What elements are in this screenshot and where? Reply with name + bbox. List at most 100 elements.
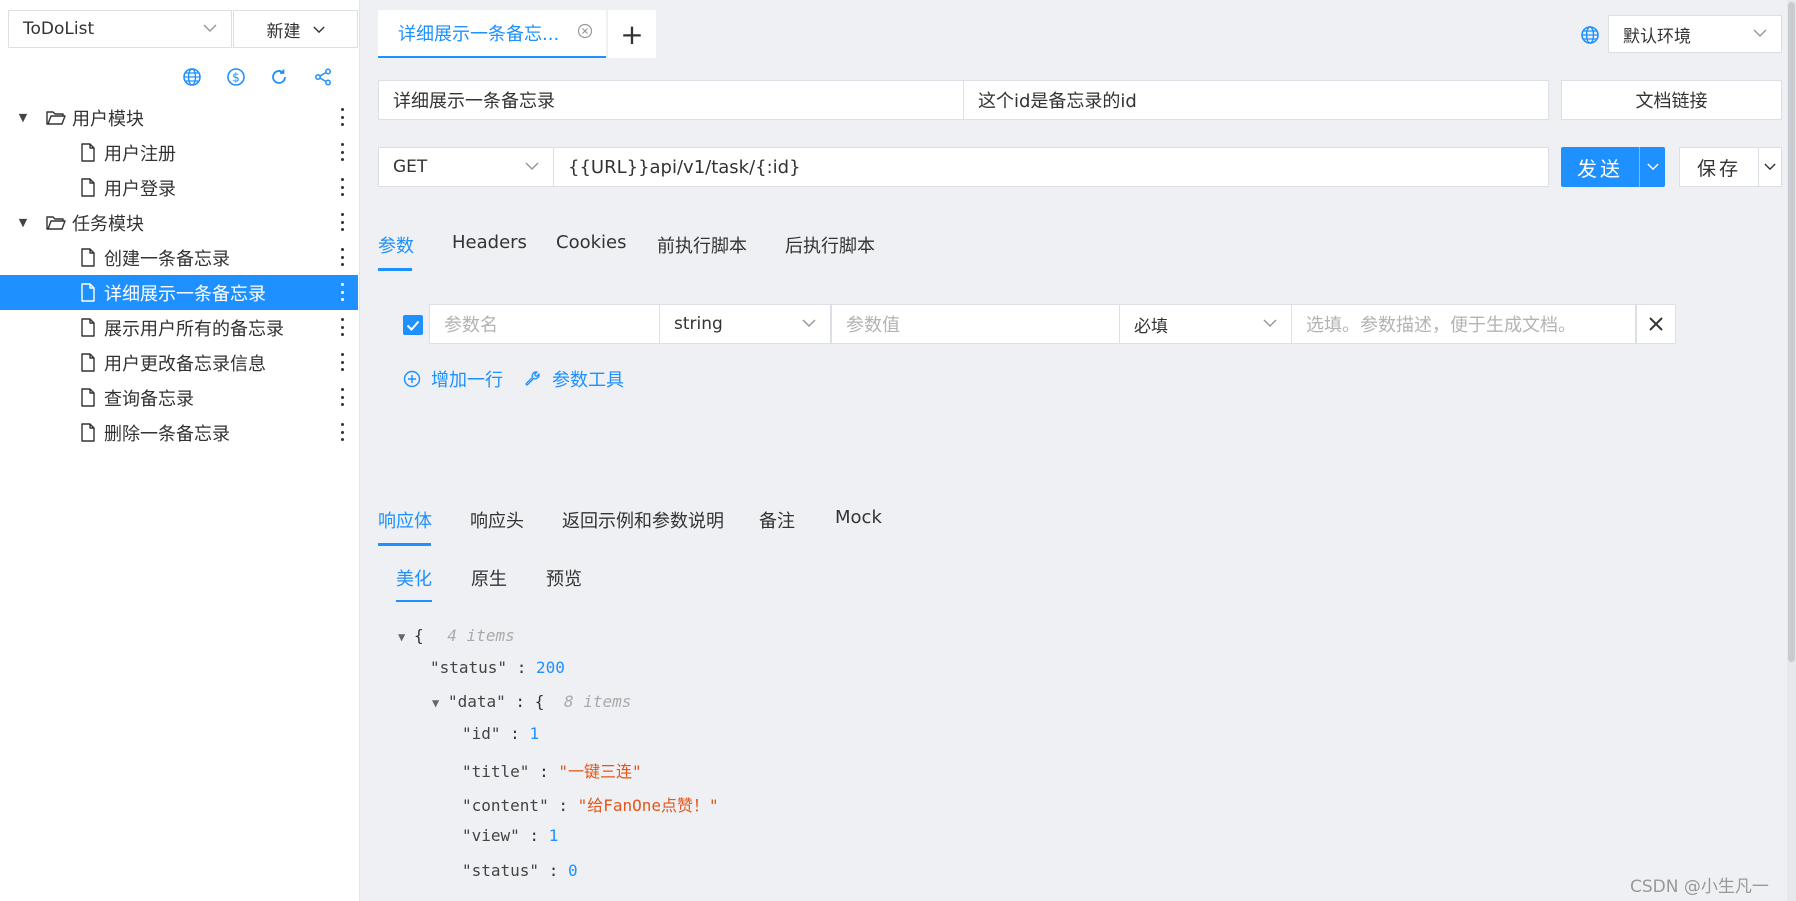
tab-response-examples[interactable]: 返回示例和参数说明 [562,507,724,533]
caret-down-icon[interactable]: ▼ [432,696,448,710]
tab-mock[interactable]: Mock [835,507,882,528]
tree-label: 展示用户所有的备忘录 [104,318,284,340]
tree-item-search-memo[interactable]: 查询备忘录 [0,380,358,415]
more-icon[interactable] [340,318,344,336]
tree-item-user-login[interactable]: 用户登录 [0,170,358,205]
project-select-value: ToDoList [23,19,95,39]
more-icon[interactable] [340,283,344,301]
param-required-value: 必填 [1134,316,1168,337]
project-select[interactable]: ToDoList [8,10,232,48]
json-root-line: ▼{ 4 items [398,626,515,645]
file-icon [78,283,98,303]
tab-post-script[interactable]: 后执行脚本 [785,232,875,258]
tab-notes[interactable]: 备注 [759,507,795,533]
tree-label: 详细展示一条备忘录 [104,283,266,305]
delete-param-button[interactable] [1636,304,1676,344]
tree-label: 用户模块 [72,108,144,130]
caret-down-icon[interactable]: ▼ [16,111,30,124]
active-view-indicator [396,600,432,602]
tree-label: 用户注册 [104,143,176,165]
tab-title: 详细展示一条备忘... [398,24,560,45]
tab-response-headers[interactable]: 响应头 [470,507,524,533]
doc-link-button[interactable]: 文档链接 [1561,80,1782,120]
tree-item-list-memos[interactable]: 展示用户所有的备忘录 [0,310,358,345]
tab-preview[interactable]: 预览 [546,565,582,591]
tab-headers[interactable]: Headers [452,232,527,253]
watermark: CSDN @小生凡一 [1630,877,1769,897]
add-row-button[interactable]: 增加一行 [403,366,503,392]
tree-item-show-memo[interactable]: 详细展示一条备忘录 [0,275,358,310]
scrollbar-thumb[interactable] [1788,2,1795,662]
add-tab-button[interactable]: + [608,10,656,58]
tab-response-body[interactable]: 响应体 [378,507,432,533]
request-name-input[interactable]: 详细展示一条备忘录 [378,80,964,120]
caret-down-icon[interactable]: ▼ [398,630,414,644]
file-icon [78,423,98,443]
close-circle-icon[interactable] [577,23,593,44]
scrollbar-track[interactable] [1787,0,1796,901]
tab-cookies[interactable]: Cookies [556,232,626,253]
param-description-input[interactable]: 选填。参数描述，便于生成文档。 [1291,304,1636,344]
tab-raw[interactable]: 原生 [471,565,507,591]
url-input[interactable]: {{URL}}api/v1/task/{:id} [553,147,1549,187]
tree-folder-task-module[interactable]: ▼ 任务模块 [0,205,358,240]
chevron-down-icon[interactable] [1759,163,1781,171]
more-icon[interactable] [340,248,344,266]
json-value: 1 [529,724,540,743]
chevron-down-icon [203,21,217,37]
tab-open-request[interactable]: 详细展示一条备忘... [378,10,606,58]
more-icon[interactable] [340,108,344,126]
file-icon [78,318,98,338]
tree-label: 用户更改备忘录信息 [104,353,266,375]
tree-item-user-register[interactable]: 用户注册 [0,135,358,170]
param-name-input[interactable]: 参数名 [429,304,660,344]
plus-icon: + [620,17,644,51]
share-icon[interactable] [312,66,334,88]
send-button[interactable]: 发送 [1561,147,1665,187]
more-icon[interactable] [340,423,344,441]
tab-pretty[interactable]: 美化 [396,565,432,591]
globe-icon[interactable] [181,66,203,88]
env-select[interactable]: 默认环境 [1608,15,1782,53]
tree-folder-user-module[interactable]: ▼ 用户模块 [0,100,358,135]
param-enabled-checkbox[interactable] [403,315,423,335]
env-select-value: 默认环境 [1623,26,1691,47]
more-icon[interactable] [340,178,344,196]
param-required-select[interactable]: 必填 [1119,304,1292,344]
more-icon[interactable] [340,213,344,231]
more-icon[interactable] [340,388,344,406]
caret-down-icon[interactable]: ▼ [16,216,30,229]
param-value-placeholder: 参数值 [846,315,900,336]
more-icon[interactable] [340,143,344,161]
dollar-icon[interactable]: $ [225,66,247,88]
param-value-input[interactable]: 参数值 [831,304,1120,344]
json-root-meta: 4 items [447,626,515,645]
json-key: "view" [462,826,520,845]
json-key: "id" [462,724,501,743]
method-select[interactable]: GET [378,147,554,187]
tab-params[interactable]: 参数 [378,232,414,258]
refresh-icon[interactable] [268,66,290,88]
request-description-input[interactable]: 这个id是备忘录的id [963,80,1549,120]
tree-item-update-memo[interactable]: 用户更改备忘录信息 [0,345,358,380]
json-key: "status" [430,658,508,677]
new-button[interactable]: 新建 [233,10,358,48]
param-tool-button[interactable]: 参数工具 [524,366,624,392]
tree-label: 查询备忘录 [104,388,194,410]
more-icon[interactable] [340,353,344,371]
save-button-label: 保存 [1696,157,1741,180]
tree-item-create-memo[interactable]: 创建一条备忘录 [0,240,358,275]
svg-text:$: $ [232,71,240,85]
param-type-select[interactable]: string [659,304,831,344]
wrench-icon [525,371,540,386]
json-value: 1 [548,826,559,845]
tree-item-delete-memo[interactable]: 删除一条备忘录 [0,415,358,450]
method-value: GET [393,157,428,177]
param-type-value: string [674,314,723,334]
tab-pre-script[interactable]: 前执行脚本 [657,232,747,258]
save-button[interactable]: 保存 [1679,147,1782,187]
param-description-placeholder: 选填。参数描述，便于生成文档。 [1306,315,1576,336]
chevron-down-icon[interactable] [1640,163,1665,171]
folder-open-icon [46,213,66,233]
check-icon [406,320,420,331]
